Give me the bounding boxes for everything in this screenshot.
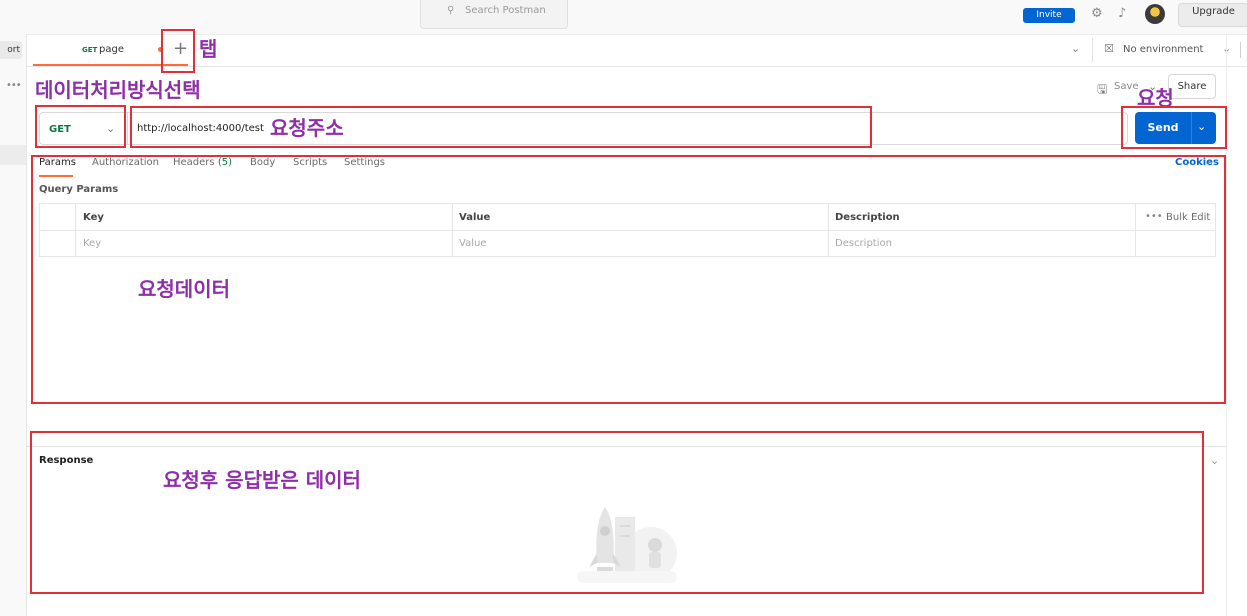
divider xyxy=(40,230,1215,231)
divider xyxy=(452,204,453,256)
avatar[interactable] xyxy=(1145,4,1165,24)
annotation-label-method: 데이터처리방식선택 xyxy=(35,78,201,102)
tab-params[interactable]: Params xyxy=(39,157,76,168)
annotation-label-params: 요청데이터 xyxy=(138,277,230,301)
search-input[interactable]: ⚲ Search Postman xyxy=(420,0,568,29)
headers-count: (5) xyxy=(217,157,232,168)
unsaved-dot-icon xyxy=(158,47,163,52)
value-input[interactable]: Value xyxy=(459,238,486,249)
response-title: Response xyxy=(39,455,94,466)
tab-body[interactable]: Body xyxy=(250,157,275,168)
invite-button[interactable]: Invite xyxy=(1023,8,1075,23)
tab-method: GET xyxy=(82,46,98,54)
annotation-label-send: 요청 xyxy=(1137,86,1174,110)
annotation-label-tab: 탭 xyxy=(199,37,218,61)
divider xyxy=(1135,204,1136,256)
tab-scripts[interactable]: Scripts xyxy=(293,157,327,168)
send-chevron-down-icon[interactable]: ⌄ xyxy=(1197,120,1206,133)
query-params-table: Key Value Description ••• Bulk Edit Key … xyxy=(39,203,1216,257)
share-button[interactable]: Share xyxy=(1168,74,1216,99)
column-header-value: Value xyxy=(459,212,491,223)
tabs-chevron-down-icon[interactable]: ⌄ xyxy=(1071,42,1080,55)
settings-gear-icon[interactable]: ⚙ xyxy=(1091,6,1103,21)
divider xyxy=(75,204,76,256)
divider xyxy=(1191,112,1192,144)
column-header-key: Key xyxy=(83,212,104,223)
tab-authorization[interactable]: Authorization xyxy=(92,157,159,168)
pane-divider[interactable] xyxy=(27,446,1227,447)
divider xyxy=(828,204,829,256)
query-params-title: Query Params xyxy=(39,184,119,195)
top-bar: ⚲ Search Postman Invite ⚙ ♪ Upgrade xyxy=(0,0,1247,35)
search-placeholder: Search Postman xyxy=(465,5,546,16)
divider xyxy=(1240,42,1241,58)
notification-bell-icon[interactable]: ♪ xyxy=(1118,6,1126,21)
response-chevron-down-icon[interactable]: ⌄ xyxy=(1210,454,1219,467)
more-dots-icon[interactable]: ••• xyxy=(1145,211,1163,222)
cookies-link[interactable]: Cookies xyxy=(1175,157,1219,168)
sidebar xyxy=(0,34,27,616)
tab-name: page xyxy=(99,44,124,55)
search-icon: ⚲ xyxy=(447,5,455,16)
right-panel-divider xyxy=(1226,34,1227,616)
save-button[interactable]: Save xyxy=(1114,81,1139,92)
annotation-label-response: 요청후 응답받은 데이터 xyxy=(163,468,361,492)
tab-settings[interactable]: Settings xyxy=(344,157,385,168)
send-button[interactable]: Send ⌄ xyxy=(1135,112,1216,144)
send-label: Send xyxy=(1147,121,1179,134)
environment-selector[interactable]: No environment xyxy=(1123,44,1203,55)
method-select[interactable]: GET ⌄ xyxy=(39,112,127,145)
rocket-illustration-icon xyxy=(577,507,677,583)
tab-headers-label: Headers xyxy=(173,157,215,168)
save-icon[interactable]: 🖫 xyxy=(1097,80,1107,101)
sidebar-selected-item[interactable] xyxy=(0,145,26,165)
upgrade-button[interactable]: Upgrade xyxy=(1178,3,1247,27)
more-dots-icon[interactable]: ••• xyxy=(6,80,22,91)
tab-get-page[interactable]: GET page xyxy=(33,34,188,66)
active-tab-underline xyxy=(39,175,73,177)
new-tab-plus-icon[interactable]: + xyxy=(173,39,188,59)
import-button[interactable]: ort xyxy=(0,41,22,59)
method-value: GET xyxy=(49,124,71,135)
bulk-edit-button[interactable]: Bulk Edit xyxy=(1166,212,1210,223)
description-input[interactable]: Description xyxy=(835,238,892,249)
column-header-description: Description xyxy=(835,212,900,223)
tab-headers[interactable]: Headers (5) xyxy=(173,157,232,168)
method-chevron-down-icon: ⌄ xyxy=(106,122,116,135)
no-environment-icon: ☒ xyxy=(1104,42,1114,55)
divider xyxy=(1092,38,1093,62)
annotation-label-url: 요청주소 xyxy=(270,116,344,140)
key-input[interactable]: Key xyxy=(83,238,101,249)
